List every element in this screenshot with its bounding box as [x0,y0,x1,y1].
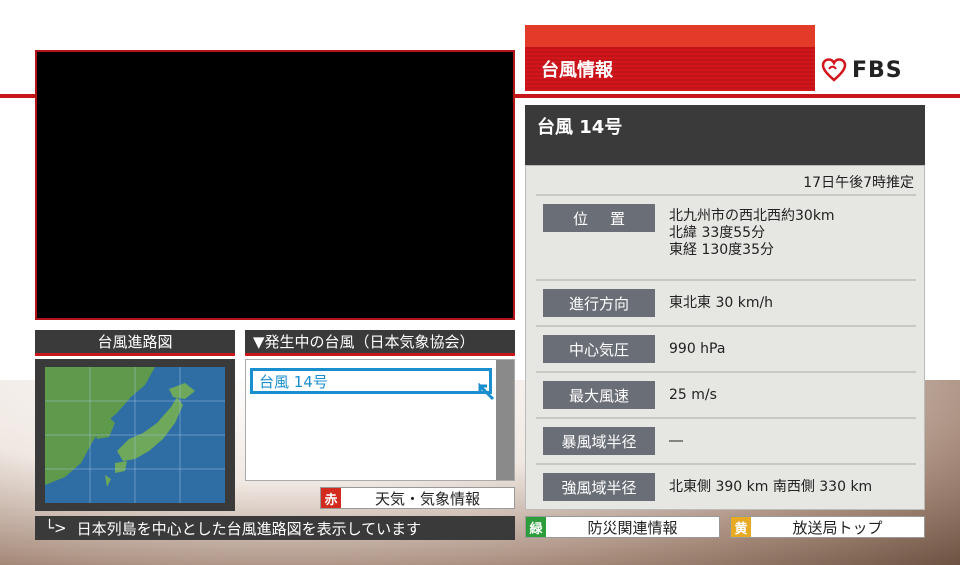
broadcast-video [35,50,515,320]
position-location: 北九州市の西北西約30km [669,208,835,224]
red-key-icon: 赤 [321,488,341,508]
info-label-direction: 進行方向 [543,289,655,317]
info-value-direction: 東北東 30 km/h [669,295,774,311]
typhoon-name-bar: 台風 14号 [525,105,925,165]
list-item-label: 台風 14号 [259,372,328,391]
info-value-storm-radius: ― [669,433,683,449]
info-row-direction: 進行方向 東北東 30 km/h [536,281,916,327]
status-message-bar: └> 日本列島を中心とした台風進路図を表示しています [35,516,515,540]
info-label-max-wind: 最大風速 [543,381,655,409]
map-panel-title: 台風進路図 [35,330,235,356]
red-button-label: 天気・気象情報 [374,489,480,508]
info-row-pressure: 中心気圧 990 hPa [536,327,916,373]
route-map[interactable] [35,359,235,511]
info-row-position: 位置 北九州市の西北西約30km 北緯 33度55分 東経 130度35分 [536,198,916,281]
typhoon-list-title: ▼発生中の台風（日本気象協会） [245,330,515,356]
info-label-pressure: 中心気圧 [543,335,655,363]
info-row-storm-radius: 暴風域半径 ― [536,419,916,465]
pointer-arrow-icon [478,383,495,401]
position-longitude: 東経 130度35分 [669,242,774,258]
green-key-icon: 緑 [526,517,546,537]
typhoon-info-panel: 17日午後7時推定 位置 北九州市の西北西約30km 北緯 33度55分 東経 … [525,165,925,510]
logo-text: FBS [852,57,903,83]
heart-logo-icon [821,58,847,82]
list-scrollbar[interactable] [496,360,514,480]
divider [536,194,916,196]
green-button-label: 防災関連情報 [587,518,678,537]
info-row-strong-radius: 強風域半径 北東側 390 km 南西側 330 km [536,465,916,509]
green-button-disaster-info[interactable]: 緑 防災関連情報 [525,516,720,538]
section-title: 台風情報 [525,47,815,91]
map-panel-title-text: 台風進路図 [97,333,173,351]
info-value-position: 北九州市の西北西約30km 北緯 33度55分 東経 130度35分 [669,208,835,259]
list-item[interactable]: 台風 14号 [250,368,495,401]
typhoon-name: 台風 14号 [537,117,623,138]
yellow-button-label: 放送局トップ [792,518,883,537]
typhoon-list-title-text: ▼発生中の台風（日本気象協会） [253,333,475,351]
position-latitude: 北緯 33度55分 [669,225,766,241]
estimated-time: 17日午後7時推定 [803,175,914,191]
info-label-position: 位置 [543,204,655,232]
typhoon-list: 台風 14号 [245,359,515,481]
section-title-text: 台風情報 [541,60,613,81]
yellow-button-station-top[interactable]: 黄 放送局トップ [730,516,925,538]
red-button-weather-info[interactable]: 赤 天気・気象情報 [320,487,515,509]
station-logo: FBS [820,52,930,88]
typhoon-list-content: 台風 14号 [246,360,496,480]
info-label-storm-radius: 暴風域半径 [543,427,655,455]
info-label-strong-radius: 強風域半径 [543,473,655,501]
info-row-max-wind: 最大風速 25 m/s [536,373,916,419]
route-map-image [45,367,225,503]
info-value-max-wind: 25 m/s [669,387,717,403]
return-arrow-icon: └> [45,519,67,537]
title-accent-bar [525,25,815,47]
yellow-key-icon: 黄 [731,517,751,537]
info-value-strong-radius: 北東側 390 km 南西側 330 km [669,479,873,495]
info-value-pressure: 990 hPa [669,341,726,357]
status-message: 日本列島を中心とした台風進路図を表示しています [76,519,422,538]
